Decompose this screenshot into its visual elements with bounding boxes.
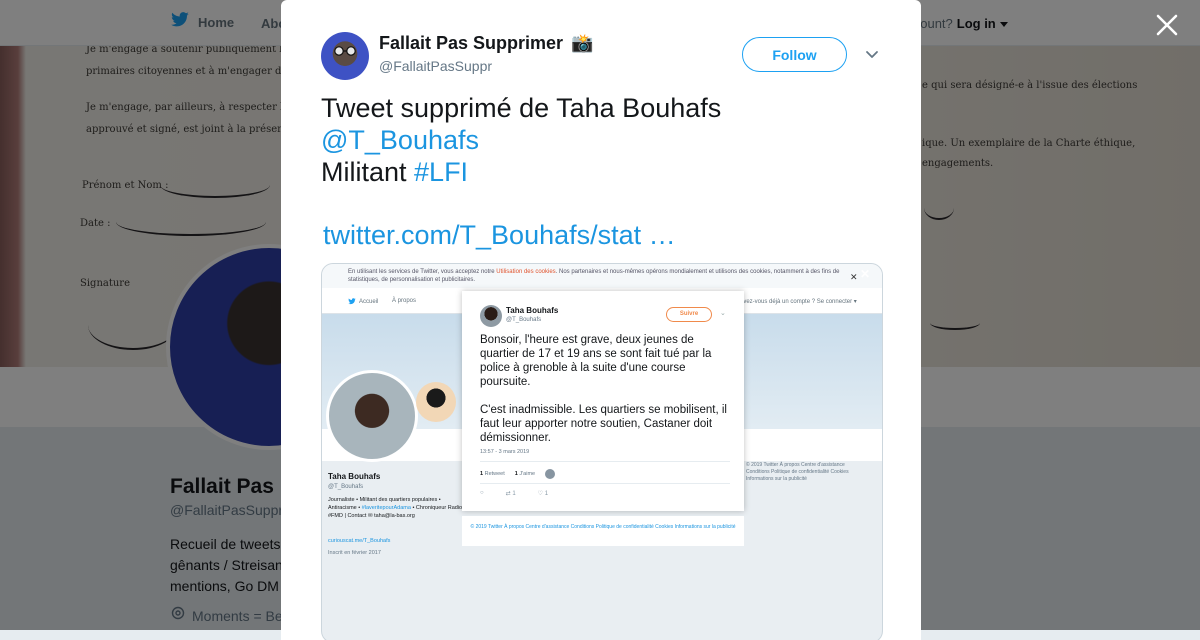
screenshot-close-icon: ✕ (850, 272, 858, 282)
like-icon: ♡ 1 (537, 491, 549, 497)
screenshot-profile-name: Taha Bouhafs (328, 472, 381, 481)
screenshot-close-icon: ✕ (860, 267, 871, 281)
embed-stats: 1 Retweet 1 J'aime (480, 461, 730, 479)
embed-like-action-count: 1 (544, 491, 549, 497)
tweet-text-segment: Militant (321, 157, 415, 187)
mention-link[interactable]: @T_Bouhafs (321, 125, 479, 155)
tweet-author-name-text: Fallait Pas Supprimer (379, 33, 564, 53)
tweet-author-avatar[interactable] (321, 32, 369, 80)
follow-button[interactable]: Follow (742, 37, 847, 72)
camera-emoji-icon: 📸 (571, 33, 594, 53)
twitter-bird-icon (348, 298, 356, 305)
hashtag-link[interactable]: #LFI (414, 157, 468, 187)
screenshot-embedded-tweet: Taha Bouhafs @T_Bouhafs Suivre ⌄ Bonsoir… (462, 291, 744, 511)
embed-actions: ○ ⇄ 1 ♡ 1 (480, 483, 730, 497)
screenshot-right-footer: © 2019 Twitter À propos Centre d'assista… (746, 462, 849, 482)
glasses-graphic (334, 46, 356, 56)
screenshot-nav-about: À propos (392, 298, 417, 304)
embed-retweet-count: 1 (480, 471, 484, 477)
screenshot-embed-footer: © 2019 Twitter À propos Centre d'assista… (462, 516, 744, 546)
tweet-media-image[interactable]: En utilisant les services de Twitter, vo… (321, 263, 883, 640)
embed-tweet-text: Bonsoir, l'heure est grave, deux jeunes … (480, 333, 730, 445)
embed-follow-button: Suivre (666, 307, 712, 322)
embed-text-paragraph: C'est inadmissible. Les quartiers se mob… (480, 404, 727, 444)
screenshot-cookie-link: Utilisation des cookies (496, 269, 556, 275)
screenshot-cookie-banner: En utilisant les services de Twitter, vo… (322, 264, 882, 288)
tweet-text-line: Tweet supprimé de Taha Bouhafs (321, 93, 722, 123)
embed-avatar (480, 305, 502, 327)
embed-like-label: J'aime (519, 471, 536, 477)
embed-like-count: 1 (514, 471, 518, 477)
screenshot-profile-link: curiouscat.me/T_Bouhafs (328, 538, 391, 544)
screenshot-profile-bio: Journaliste • Militant des quartiers pop… (328, 496, 468, 520)
embed-author-name: Taha Bouhafs (506, 306, 559, 315)
embed-liker-avatar (545, 469, 556, 479)
screenshot-profile-avatar (326, 370, 418, 462)
reply-icon: ○ (480, 490, 484, 496)
tweet-url-link[interactable]: twitter.com/T_Bouhafs/stat … (323, 220, 676, 251)
embed-author-handle: @T_Bouhafs (506, 317, 542, 323)
tweet-modal: Fallait Pas Supprimer 📸 @FallaitPasSuppr… (281, 0, 921, 640)
screenshot-cover-figure (416, 382, 456, 422)
screenshot-nav-home-label: Accueil (359, 298, 379, 305)
embed-retweet-label: Retweet (484, 471, 505, 477)
embed-text-paragraph: Bonsoir, l'heure est grave, deux jeunes … (480, 334, 712, 388)
screenshot-profile-join: Inscrit en février 2017 (328, 550, 381, 556)
embed-timestamp: 13:57 - 3 mars 2019 (480, 449, 530, 455)
close-icon[interactable] (1154, 12, 1180, 38)
screenshot-cookie-text: En utilisant les services de Twitter, vo… (348, 269, 497, 275)
chevron-down-icon: ⌄ (720, 310, 726, 317)
tweet-author-name[interactable]: Fallait Pas Supprimer 📸 (379, 33, 593, 54)
embed-retweet-action-count: 1 (512, 491, 516, 497)
tweet-text: Tweet supprimé de Taha Bouhafs @T_Bouhaf… (321, 92, 881, 188)
chevron-down-icon[interactable] (864, 46, 880, 62)
retweet-icon: ⇄ 1 (505, 491, 516, 497)
screenshot-bio-hashtag: #laveritepourAdama (361, 505, 411, 511)
tweet-author-handle[interactable]: @FallaitPasSuppr (379, 58, 492, 74)
screenshot-nav-home: Accueil (348, 298, 378, 305)
screenshot-nav-account: avez-vous déjà un compte ? Se connecter … (740, 299, 857, 305)
screenshot-profile-handle: @T_Bouhafs (328, 484, 364, 490)
